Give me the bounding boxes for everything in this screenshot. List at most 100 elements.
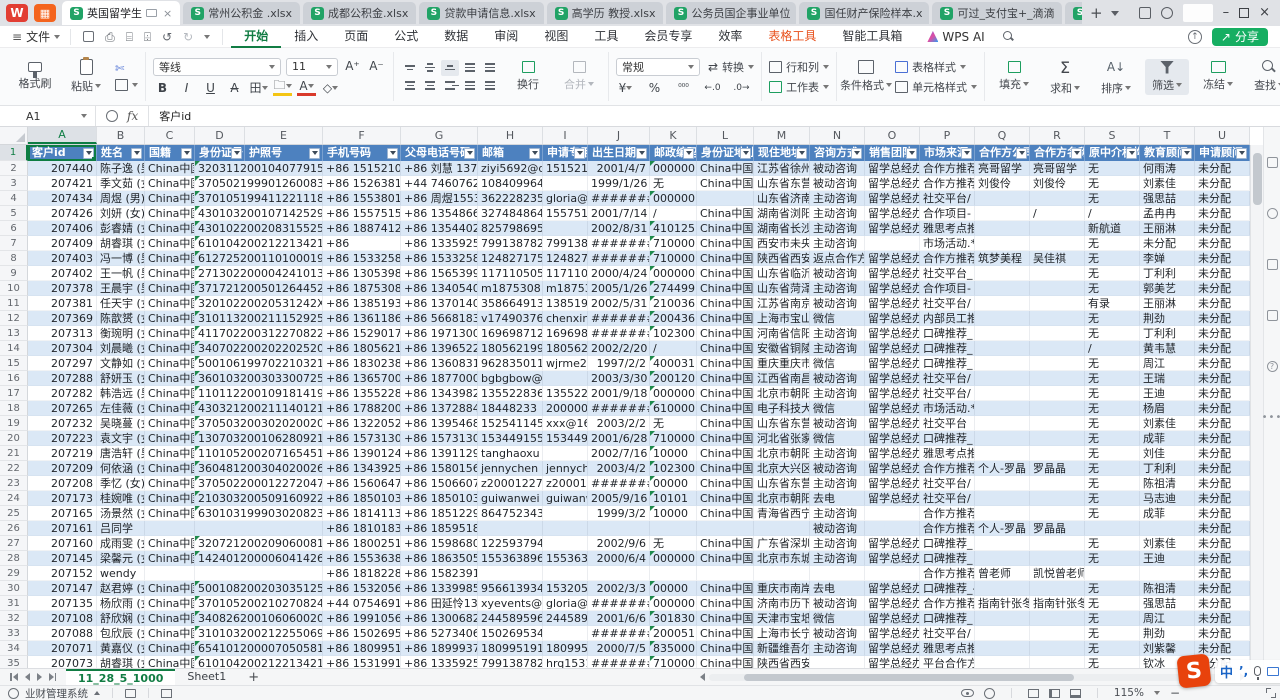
cell[interactable]: 310113200211152925	[195, 311, 323, 326]
cell[interactable]: China中国	[145, 221, 195, 236]
cell[interactable]: 留学总经办	[865, 401, 920, 416]
close-button[interactable]: ×	[1259, 7, 1270, 19]
cell[interactable]: 指南针张冬	[1030, 596, 1085, 611]
cell[interactable]: China中国	[697, 311, 754, 326]
cell[interactable]: m1875308	[478, 281, 543, 296]
last-sheet-icon[interactable]	[49, 673, 57, 681]
horizontal-scrollbar[interactable]	[700, 673, 1245, 681]
cell[interactable]: 未分配	[1195, 446, 1250, 461]
cell[interactable]: 2002/8/31	[588, 221, 650, 236]
cell[interactable]: 未分配	[1195, 461, 1250, 476]
cell[interactable]: 留学总经办	[865, 266, 920, 281]
cell[interactable]: 冯一博 (男)	[97, 251, 145, 266]
preview-icon[interactable]: ⌹	[144, 31, 151, 43]
cell[interactable]: 留学总经办	[865, 581, 920, 596]
decrease-font-icon[interactable]: A⁻	[367, 58, 386, 74]
header-cell-合作方名称[interactable]: 合作方名称	[1030, 145, 1085, 161]
cell[interactable]: 成雨雯 (女)	[97, 536, 145, 551]
row-header-3[interactable]: 3	[0, 176, 28, 191]
column-header-A[interactable]: A	[28, 127, 97, 144]
header-cell-客户id[interactable]: 客户id	[28, 145, 97, 161]
cell[interactable]: +86 13399850473	[401, 581, 478, 596]
cell[interactable]: China中国	[145, 266, 195, 281]
cell[interactable]: 207426	[28, 206, 97, 221]
cell[interactable]: 102300	[650, 326, 697, 341]
cell[interactable]: 未分配	[1195, 341, 1250, 356]
cell[interactable]: China中国	[697, 326, 754, 341]
cell[interactable]: 季忆 (女)	[97, 476, 145, 491]
cell[interactable]: +86 135522836	[323, 386, 401, 401]
cell[interactable]: 市场活动.*	[920, 236, 975, 251]
copilot-panel-icon[interactable]	[1267, 310, 1278, 321]
cell[interactable]: China中国	[697, 506, 754, 521]
cell[interactable]: 362228235	[478, 191, 543, 206]
clear-format-button[interactable]: ◇	[321, 80, 340, 96]
cell[interactable]: 山东省东营	[754, 476, 810, 491]
cell[interactable]: 32010220020531242X	[195, 296, 323, 311]
cell[interactable]: 赵君婷 (女)	[97, 581, 145, 596]
cell[interactable]: 207152	[28, 566, 97, 581]
cell[interactable]: 142401200006041426	[195, 551, 323, 566]
cell[interactable]: 成菲	[1140, 506, 1195, 521]
cell[interactable]: 去电	[810, 581, 865, 596]
font-color-button[interactable]: A	[297, 80, 316, 96]
cell[interactable]: 主动咨询	[810, 536, 865, 551]
cell[interactable]: 北京市朝阳	[754, 446, 810, 461]
cell[interactable]: +86 15823918663	[401, 566, 478, 581]
cell[interactable]: 207147	[28, 581, 97, 596]
cell[interactable]: China中国	[145, 506, 195, 521]
cell[interactable]: 任天宇 (女)	[97, 296, 145, 311]
header-cell-申请顾问[interactable]: 申请顾问	[1195, 145, 1250, 161]
cell[interactable]	[1030, 431, 1085, 446]
cell[interactable]: 被动咨询	[810, 461, 865, 476]
cell[interactable]	[865, 566, 920, 581]
cell[interactable]: China中国	[697, 551, 754, 566]
cell[interactable]: 207304	[28, 341, 97, 356]
cell[interactable]	[975, 476, 1030, 491]
row-header-17[interactable]: 17	[0, 386, 28, 401]
cell[interactable]	[588, 521, 650, 536]
filter-dropdown-button[interactable]	[387, 148, 398, 159]
cell[interactable]: 社交平台_	[920, 266, 975, 281]
cell[interactable]: 口碑推荐_	[920, 611, 975, 626]
reading-view-icon[interactable]	[1070, 689, 1081, 698]
cell[interactable]: 200051	[650, 626, 697, 641]
ime-keyboard-icon[interactable]	[1267, 667, 1279, 676]
cell[interactable]: 微信	[810, 431, 865, 446]
cell[interactable]: gloria@uk	[543, 191, 588, 206]
add-sheet-button[interactable]: +	[238, 670, 269, 685]
column-header-B[interactable]: B	[97, 127, 145, 144]
first-sheet-icon[interactable]	[10, 673, 18, 681]
cell[interactable]: 207369	[28, 311, 97, 326]
menu-tab-公式[interactable]: 公式	[381, 26, 431, 48]
cell[interactable]: 2002/3/3	[588, 581, 650, 596]
cell[interactable]: 799138782	[543, 236, 588, 251]
cell[interactable]: xyevents@	[478, 596, 543, 611]
header-cell-教育顾问[interactable]: 教育顾问	[1140, 145, 1195, 161]
cell[interactable]: 710000	[650, 236, 697, 251]
cell[interactable]: 360103200303300725	[195, 371, 323, 386]
cell[interactable]	[865, 506, 920, 521]
filter-dropdown-button[interactable]	[1071, 148, 1082, 159]
cell[interactable]	[975, 446, 1030, 461]
cell[interactable]: 留学总经办	[865, 386, 920, 401]
cell[interactable]: 黄韦慧	[1140, 341, 1195, 356]
cell[interactable]	[1030, 491, 1085, 506]
menu-tab-表格工具[interactable]: 表格工具	[755, 26, 829, 48]
cell[interactable]: +86 15801565913	[401, 461, 478, 476]
cell[interactable]: 2001/4/7	[588, 161, 650, 176]
cell[interactable]: +86 136570065	[323, 371, 401, 386]
cell[interactable]: 155363896	[543, 551, 588, 566]
cell[interactable]: 黄嘉仪 (女)	[97, 641, 145, 656]
italic-button[interactable]: I	[177, 80, 196, 96]
cell[interactable]: 微信	[810, 401, 865, 416]
cell[interactable]: 360481200304020026	[195, 461, 323, 476]
cell[interactable]: 110112200109181419	[195, 386, 323, 401]
cell[interactable]: +86 155363896	[323, 551, 401, 566]
cell[interactable]	[543, 176, 588, 191]
cell[interactable]: 18448233	[478, 401, 543, 416]
row-header-16[interactable]: 16	[0, 371, 28, 386]
document-tab[interactable]: S宁夏教师样本.xlsx	[1065, 2, 1082, 24]
cell[interactable]: 未分配	[1195, 326, 1250, 341]
cell[interactable]: 无	[1085, 491, 1140, 506]
